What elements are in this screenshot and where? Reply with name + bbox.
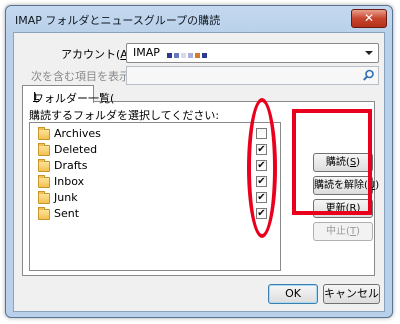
tab-folder-list[interactable]: フォルダー一覧(L) xyxy=(22,85,114,105)
folder-list[interactable]: Archives Deleted ✔ Drafts ✔ Inbox ✔ Junk… xyxy=(29,122,281,271)
ok-button[interactable]: OK xyxy=(268,284,318,304)
folder-name: Inbox xyxy=(54,175,85,188)
search-icon[interactable] xyxy=(362,69,375,82)
list-item[interactable]: Sent ✔ xyxy=(30,206,278,222)
stop-button[interactable]: 中止(T) xyxy=(313,222,373,241)
folder-name: Sent xyxy=(54,207,80,220)
list-item[interactable]: Junk ✔ xyxy=(30,190,278,206)
list-item[interactable]: Inbox ✔ xyxy=(30,174,278,190)
list-item[interactable]: Archives xyxy=(30,126,278,142)
chevron-down-icon[interactable] xyxy=(365,51,373,55)
close-button[interactable]: ✕ xyxy=(351,9,387,28)
list-item[interactable]: Drafts ✔ xyxy=(30,158,278,174)
folder-name: Drafts xyxy=(54,159,88,172)
list-item[interactable]: Deleted ✔ xyxy=(30,142,278,158)
folder-name: Deleted xyxy=(54,143,98,156)
account-value: IMAP xyxy=(133,46,160,59)
cancel-button[interactable]: キャンセル xyxy=(323,284,380,304)
account-name-redacted xyxy=(167,48,229,58)
folder-icon xyxy=(38,159,50,172)
folder-instruction: 購読するフォルダを選択してください: xyxy=(29,109,220,122)
folder-icon xyxy=(38,127,50,140)
folder-icon xyxy=(38,207,50,220)
account-dropdown[interactable]: IMAP xyxy=(126,43,379,63)
title-bar[interactable]: IMAP フォルダとニュースグループの購読 ✕ xyxy=(6,6,392,32)
folder-icon xyxy=(38,143,50,156)
filter-input[interactable] xyxy=(126,66,379,85)
annotation-rectangle xyxy=(292,109,372,215)
folder-icon xyxy=(38,175,50,188)
folder-name: Junk xyxy=(54,191,78,204)
folder-name: Archives xyxy=(54,127,101,140)
account-label: アカウント(A): xyxy=(61,48,136,61)
window-title: IMAP フォルダとニュースグループの購読 xyxy=(15,14,221,27)
annotation-oval xyxy=(247,98,277,238)
folder-icon xyxy=(38,191,50,204)
